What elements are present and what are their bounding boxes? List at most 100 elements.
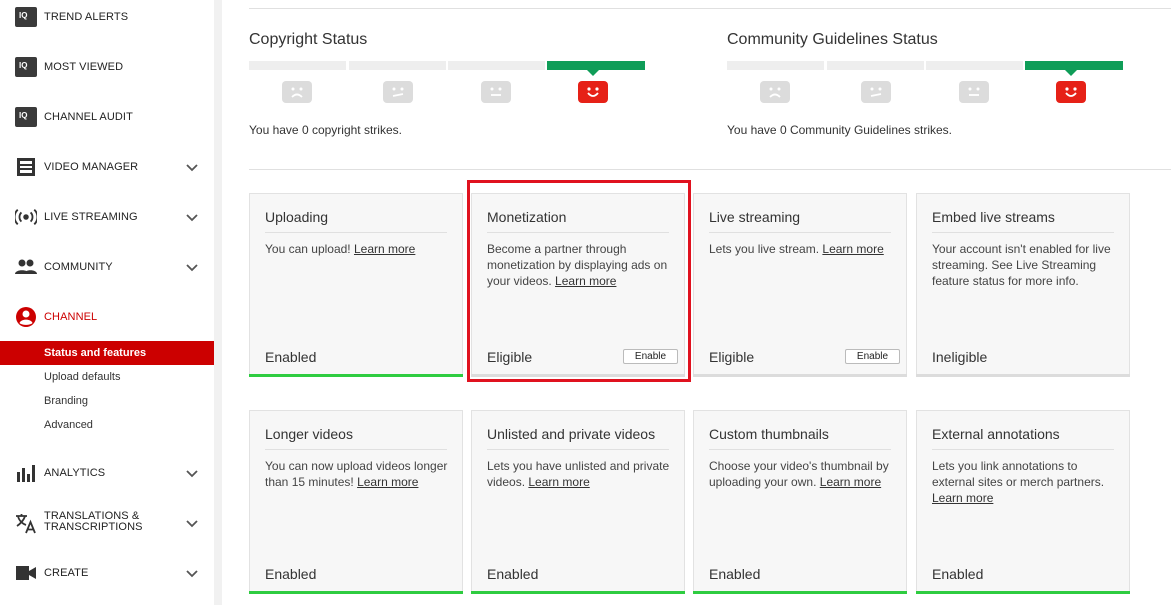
sidebar-item-video-manager[interactable]: VIDEO MANAGER — [0, 150, 214, 184]
card-status: Ineligible — [932, 349, 988, 365]
sidebar-item-label: CHANNEL AUDIT — [44, 110, 133, 123]
sidebar-subitem-advanced[interactable]: Advanced — [0, 413, 214, 437]
community-strikes-text: You have 0 Community Guidelines strikes. — [727, 123, 952, 137]
card-divider — [932, 449, 1114, 450]
card-divider — [265, 232, 447, 233]
divider — [249, 169, 1171, 170]
strike-pointer — [587, 70, 599, 76]
iq-logo-icon: IQ — [15, 6, 37, 28]
strike-segment — [448, 61, 545, 70]
card-description: Become a partner through monetization by… — [487, 242, 668, 288]
sidebar-item-label: MOST VIEWED — [44, 60, 124, 73]
strike-segment-current — [1025, 61, 1123, 70]
card-divider — [709, 449, 891, 450]
chevron-down-icon[interactable] — [185, 260, 199, 274]
learn-more-link[interactable]: Learn more — [528, 475, 589, 489]
community-strike-bar — [727, 61, 1123, 70]
chevron-down-icon[interactable] — [185, 566, 199, 580]
sidebar-item-label: ANALYTICS — [44, 466, 106, 479]
learn-more-link[interactable]: Learn more — [555, 274, 616, 288]
card-status: Eligible — [709, 349, 755, 365]
community-status-title: Community Guidelines Status — [727, 31, 938, 48]
sidebar-subitem-label: Status and features — [44, 347, 147, 359]
meh-face-icon — [861, 81, 891, 103]
iq-logo-icon: IQ — [15, 106, 37, 128]
video-camera-icon — [15, 562, 37, 584]
enable-live-streaming-button[interactable]: Enable — [845, 349, 900, 364]
chevron-down-icon[interactable] — [185, 210, 199, 224]
card-title: External annotations — [932, 426, 1060, 442]
card-description: Choose your video's thumbnail by uploadi… — [709, 459, 889, 489]
iq-logo-icon: IQ — [15, 56, 37, 78]
copyright-strikes-text: You have 0 copyright strikes. — [249, 123, 402, 137]
video-manager-icon — [15, 156, 37, 178]
channel-icon — [15, 306, 37, 328]
card-status: Enabled — [487, 566, 539, 582]
sidebar-item-trend-alerts[interactable]: IQ TREND ALERTS — [0, 0, 214, 34]
sidebar-subitem-label: Branding — [44, 395, 89, 407]
divider — [249, 8, 1171, 9]
sidebar-item-translations[interactable]: TRANSLATIONS & TRANSCRIPTIONS — [0, 506, 214, 540]
sidebar-item-channel[interactable]: CHANNEL — [0, 300, 214, 334]
sidebar-item-community[interactable]: COMMUNITY — [0, 250, 214, 284]
learn-more-link[interactable]: Learn more — [357, 475, 418, 489]
neutral-face-icon — [959, 81, 989, 103]
sidebar-item-live-streaming[interactable]: LIVE STREAMING — [0, 200, 214, 234]
card-title: Unlisted and private videos — [487, 426, 656, 442]
card-title: Monetization — [487, 209, 567, 225]
copyright-status-title: Copyright Status — [249, 31, 368, 48]
sidebar-item-create[interactable]: CREATE — [0, 556, 214, 590]
sidebar-subitem-branding[interactable]: Branding — [0, 389, 214, 413]
learn-more-link[interactable]: Learn more — [820, 475, 881, 489]
happy-face-icon — [578, 81, 608, 103]
strike-segment — [727, 61, 824, 70]
status-bar — [693, 591, 907, 594]
sidebar-item-channel-audit[interactable]: IQ CHANNEL AUDIT — [0, 100, 214, 134]
card-description: Lets you have unlisted and private video… — [487, 459, 670, 489]
feature-card-custom-thumbnails: Custom thumbnails Choose your video's th… — [693, 410, 907, 594]
card-description: Your account isn't enabled for live stre… — [932, 242, 1111, 288]
status-bar — [471, 374, 685, 377]
card-title: Custom thumbnails — [709, 426, 829, 442]
status-bar — [471, 591, 685, 594]
strike-segment — [249, 61, 346, 70]
feature-card-external-annotations: External annotations Lets you link annot… — [916, 410, 1130, 594]
feature-card-unlisted-private: Unlisted and private videos Lets you hav… — [471, 410, 685, 594]
status-bar — [249, 591, 463, 594]
learn-more-link[interactable]: Learn more — [354, 242, 415, 256]
sidebar-subitem-upload-defaults[interactable]: Upload defaults — [0, 365, 214, 389]
strike-segment — [827, 61, 924, 70]
sidebar-item-label: COMMUNITY — [44, 260, 113, 273]
enable-monetization-button[interactable]: Enable — [623, 349, 678, 364]
card-divider — [932, 232, 1114, 233]
card-title: Embed live streams — [932, 209, 1055, 225]
strike-segment — [349, 61, 446, 70]
sidebar-item-most-viewed[interactable]: IQ MOST VIEWED — [0, 50, 214, 84]
card-divider — [709, 232, 891, 233]
sidebar-subitem-label: Advanced — [44, 419, 93, 431]
card-description: You can now upload videos longer than 15… — [265, 459, 448, 489]
card-title: Longer videos — [265, 426, 353, 442]
learn-more-link[interactable]: Learn more — [822, 242, 883, 256]
card-title: Live streaming — [709, 209, 801, 225]
card-description: Lets you link annotations to external si… — [932, 459, 1105, 505]
card-description: Lets you live stream. Learn more — [709, 242, 884, 256]
strike-segment — [926, 61, 1023, 70]
learn-more-link[interactable]: Learn more — [932, 491, 993, 505]
sidebar-item-label: LIVE STREAMING — [44, 210, 138, 223]
chevron-down-icon[interactable] — [185, 160, 199, 174]
card-description: You can upload! Learn more — [265, 242, 416, 256]
card-status: Enabled — [709, 566, 761, 582]
card-status: Enabled — [932, 566, 984, 582]
card-status: Enabled — [265, 566, 317, 582]
feature-card-longer-videos: Longer videos You can now upload videos … — [249, 410, 463, 594]
sad-face-icon — [760, 81, 790, 103]
sidebar-subitem-label: Upload defaults — [44, 371, 121, 383]
sidebar-item-analytics[interactable]: ANALYTICS — [0, 456, 214, 490]
card-title: Uploading — [265, 209, 329, 225]
sidebar-subitem-status-and-features[interactable]: Status and features — [0, 341, 214, 365]
sidebar-item-label: CHANNEL — [44, 310, 98, 323]
feature-card-embed-live-streams: Embed live streams Your account isn't en… — [916, 193, 1130, 377]
chevron-down-icon[interactable] — [185, 516, 199, 530]
chevron-down-icon[interactable] — [185, 466, 199, 480]
